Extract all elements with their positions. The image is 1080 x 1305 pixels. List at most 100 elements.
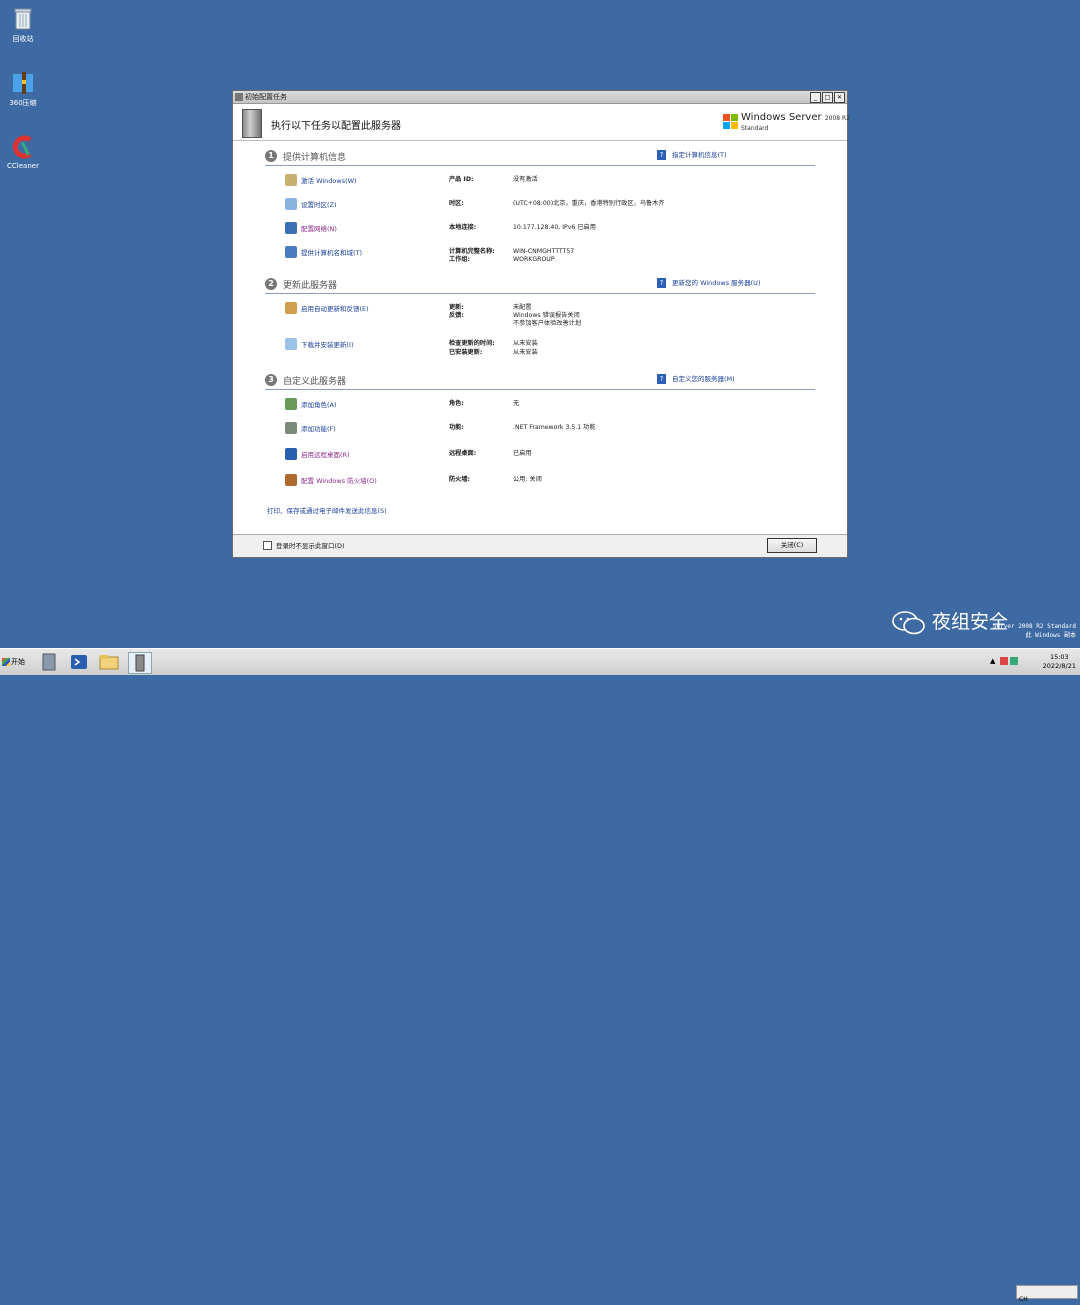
firewall-icon (285, 474, 297, 486)
close-window-button[interactable]: ✕ (834, 92, 845, 103)
add-features-icon (285, 422, 297, 434)
desktop-icon-label: 360压缩 (9, 99, 37, 107)
desktop-icon-ccleaner[interactable]: CCleaner (0, 134, 48, 170)
prop-value: 没有激活 (513, 176, 538, 183)
dont-show-checkbox[interactable] (263, 541, 272, 550)
task-content: 1 提供计算机信息 ? 指定计算机信息(T) 激活 Windows(W) 产品 I… (233, 141, 847, 557)
bginfo-text: Server 2008 R2 Standard 此 Windows 副本 (993, 622, 1076, 640)
prop-value: 未配置 (513, 304, 532, 311)
network-tray-icon[interactable] (1010, 657, 1018, 665)
brand-version: 2008 R2 (824, 115, 850, 122)
prop-label: 工作组: (449, 256, 471, 263)
task-enable-auto-updates[interactable]: 启用自动更新和反馈(E) (285, 302, 369, 314)
action-center-icon[interactable] (1000, 657, 1008, 665)
clock-time: 15:03 (1049, 653, 1069, 661)
task-enable-remote-desktop[interactable]: 启用远程桌面(R) (285, 448, 350, 460)
prop-value: WORKGROUP (513, 256, 555, 263)
clock-date: 2022/8/21 (1042, 662, 1076, 670)
prop-value: 已启用 (513, 450, 532, 457)
app-icon (235, 93, 243, 101)
customize-server-link[interactable]: ? 自定义您的服务器(M) (657, 373, 735, 384)
task-add-features[interactable]: 添加功能(F) (285, 422, 336, 434)
initial-config-taskbar-button[interactable] (128, 652, 152, 674)
specify-computer-info-link[interactable]: ? 指定计算机信息(T) (657, 149, 727, 160)
task-configure-network[interactable]: 配置网络(N) (285, 222, 337, 234)
prop-value: 无 (513, 400, 520, 407)
wechat-watermark: 夜组安全 (892, 607, 1008, 636)
powershell-taskbar-icon[interactable] (68, 652, 90, 672)
prop-label: 角色: (449, 400, 464, 407)
prop-label: 更新: (449, 304, 464, 311)
task-set-timezone[interactable]: 设置时区(Z) (285, 198, 337, 210)
server-manager-taskbar-icon[interactable] (38, 652, 60, 672)
prop-value: 公用: 关闭 (513, 476, 542, 483)
desktop-icon-label: CCleaner (7, 162, 39, 170)
task-computer-name-domain[interactable]: 提供计算机名和域(T) (285, 246, 362, 258)
desktop-icon-label: 回收站 (12, 35, 34, 43)
prop-value: 10.177.128.40, IPv6 已启用 (513, 224, 596, 231)
help-icon: ? (657, 374, 666, 384)
explorer-taskbar-icon[interactable] (98, 652, 120, 672)
section-provide-computer-info: 1 提供计算机信息 ? 指定计算机信息(T) (265, 149, 815, 166)
window-titlebar[interactable]: 初始配置任务 _ □ ✕ (233, 91, 847, 104)
help-icon: ? (657, 278, 666, 288)
prop-label: 远程桌面: (449, 450, 477, 457)
prop-label: 产品 ID: (449, 176, 474, 183)
windows-server-logo: Windows Server 2008 R2 Standard (723, 112, 850, 136)
start-button[interactable]: 开始 (2, 653, 32, 671)
windows-flag-icon (723, 114, 738, 129)
close-button[interactable]: 关闭(C) (767, 538, 817, 553)
section-title: 更新此服务器 (283, 281, 338, 291)
prop-value: 从未安装 (513, 349, 538, 356)
prop-label: 计算机完整名称: (449, 248, 495, 255)
prop-value: (UTC+08:00)北京，重庆，香港特别行政区，乌鲁木齐 (513, 200, 665, 207)
desktop-icon-360zip[interactable]: 360压缩 (0, 70, 48, 108)
prop-label: 本地连接: (449, 224, 477, 231)
window-title: 初始配置任务 (245, 93, 287, 101)
print-save-email-link[interactable]: 打印、保存或通过电子邮件发送此信息(S) (267, 505, 387, 515)
language-indicator: CH (1019, 1296, 1028, 1303)
maximize-button[interactable]: □ (822, 92, 833, 103)
task-add-roles[interactable]: 添加角色(A) (285, 398, 337, 410)
section-number: 2 (265, 278, 277, 290)
prop-label: 检查更新的时间: (449, 340, 495, 347)
archive-icon (10, 70, 36, 96)
taskbar: 开始 CH ▲ 15:03 2022/8/21 (0, 648, 1080, 1303)
wechat-icon (892, 610, 925, 634)
window-header: 执行以下任务以配置此服务器 Windows Server 2008 R2 Sta… (233, 104, 850, 141)
task-configure-firewall[interactable]: 配置 Windows 防火墙(O) (285, 474, 377, 486)
windows-flag-icon (2, 658, 10, 666)
computer-icon (285, 246, 297, 258)
window-footer: 登录时不显示此窗口(D) 关闭(C) (233, 534, 847, 557)
network-icon (285, 222, 297, 234)
update-server-link[interactable]: ? 更新您的 Windows 服务器(U) (657, 277, 760, 288)
task-activate-windows[interactable]: 激活 Windows(W) (285, 174, 357, 186)
section-number: 3 (265, 374, 277, 386)
prop-value: 从未安装 (513, 340, 538, 347)
system-tray: ▲ 15:03 2022/8/21 (988, 649, 1080, 675)
brand-name: Windows Server (741, 112, 822, 123)
desktop-icon-recycle-bin[interactable]: 回收站 (0, 6, 48, 44)
prop-value: WIN-CNMGHTTTT57 (513, 248, 575, 255)
server-icon (242, 109, 262, 138)
tray-expand-icon[interactable]: ▲ (990, 657, 995, 665)
taskbar-clock[interactable]: 15:03 2022/8/21 (1043, 653, 1076, 671)
minimize-button[interactable]: _ (810, 92, 821, 103)
brand-edition: Standard (741, 125, 769, 132)
help-icon: ? (657, 150, 666, 160)
prop-label: 防火墙: (449, 476, 471, 483)
key-icon (285, 174, 297, 186)
section-customize-server: 3 自定义此服务器 ? 自定义您的服务器(M) (265, 373, 815, 390)
prop-value: Windows 错误报告关闭 (513, 312, 580, 319)
section-number: 1 (265, 150, 277, 162)
section-title: 提供计算机信息 (283, 153, 347, 163)
remote-desktop-icon (285, 448, 297, 460)
language-bar[interactable]: CH (1016, 1285, 1078, 1303)
users-icon (285, 302, 297, 314)
prop-value: .NET Framework 3.5.1 功能 (513, 424, 596, 431)
dont-show-label[interactable]: 登录时不显示此窗口(D) (276, 540, 345, 550)
bginfo-line: 此 Windows 副本 (1025, 632, 1076, 639)
task-download-updates[interactable]: 下载并安装更新(I) (285, 338, 354, 350)
prop-label: 功能: (449, 424, 464, 431)
prop-label: 反馈: (449, 312, 464, 319)
